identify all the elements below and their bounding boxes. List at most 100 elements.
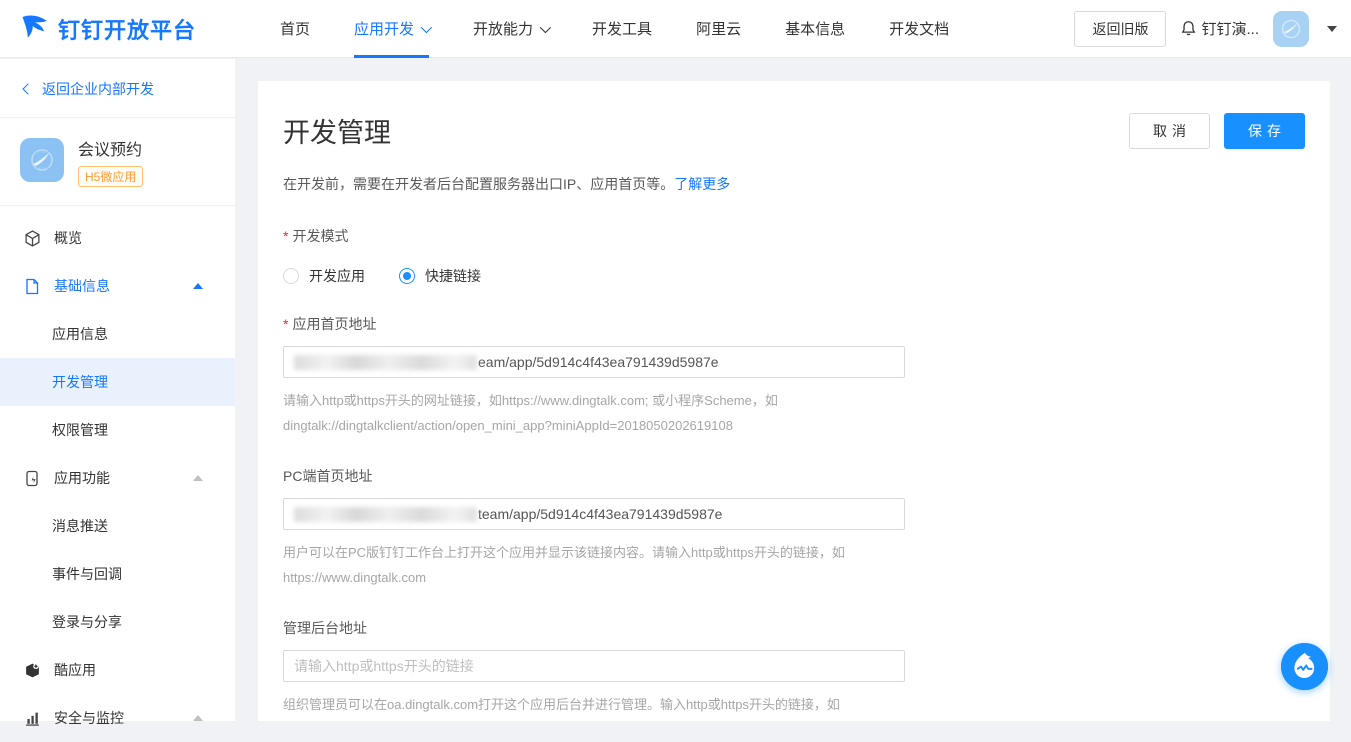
pc-home-input[interactable]: team/app/5d914c4f43ea791439d5987e [283, 498, 905, 530]
bell-icon[interactable] [1180, 20, 1197, 37]
admin-backend-help: 组织管理员可以在oa.dingtalk.com打开这个应用后台并进行管理。输入h… [283, 692, 923, 721]
required-mark: * [283, 316, 288, 332]
sidebar-item-basic-info[interactable]: 基础信息 [0, 262, 235, 310]
document-icon [24, 277, 42, 295]
nav-dev-tools[interactable]: 开发工具 [592, 0, 652, 58]
monitor-icon [24, 709, 42, 727]
collapse-arrow-icon[interactable] [193, 283, 203, 289]
redacted-url-prefix [294, 507, 477, 522]
sidebar-item-label: 应用信息 [52, 324, 108, 344]
sidebar-item-security-monitoring[interactable]: 安全与监控 [0, 694, 235, 742]
caret-down-icon[interactable] [1327, 26, 1337, 32]
admin-backend-input[interactable] [283, 650, 905, 682]
sidebar-item-label: 概览 [54, 228, 82, 248]
nav-home[interactable]: 首页 [280, 0, 310, 58]
sidebar-item-label: 应用功能 [54, 468, 110, 488]
pc-home-group: PC端首页地址 team/app/5d914c4f43ea791439d5987… [283, 466, 1305, 590]
chevron-left-icon [22, 83, 33, 94]
sidebar-item-cool-app[interactable]: 酷应用 [0, 646, 235, 694]
dev-management-card: 开发管理 取消 保存 在开发前，需要在开发者后台配置服务器出口IP、应用首页等。… [258, 81, 1330, 721]
radio-label: 快捷链接 [425, 266, 481, 286]
radio-dev-app[interactable]: 开发应用 [283, 266, 365, 286]
sidebar-item-label: 权限管理 [52, 420, 108, 440]
account-name: 钉钉演... [1201, 18, 1259, 39]
radio-icon [399, 268, 415, 284]
sidebar-item-message-push[interactable]: 消息推送 [0, 502, 235, 550]
app-name: 会议预约 [78, 136, 143, 160]
radio-quick-link[interactable]: 快捷链接 [399, 266, 481, 286]
input-value: eam/app/5d914c4f43ea791439d5987e [478, 354, 719, 370]
dev-mode-label: *开发模式 [283, 226, 1305, 246]
sidebar-item-login-share[interactable]: 登录与分享 [0, 598, 235, 646]
sidebar-item-permission-management[interactable]: 权限管理 [0, 406, 235, 454]
nav-label: 基本信息 [785, 18, 845, 39]
main-area: 开发管理 取消 保存 在开发前，需要在开发者后台配置服务器出口IP、应用首页等。… [235, 59, 1351, 721]
sidebar: 返回企业内部开发 会议预约 H5微应用 概览 基础信息 应用信息 开发管理 权限… [0, 59, 235, 721]
sidebar-item-app-features[interactable]: 应用功能 [0, 454, 235, 502]
app-feature-icon [24, 469, 42, 487]
app-home-label: *应用首页地址 [283, 314, 1305, 334]
cancel-button[interactable]: 取消 [1129, 113, 1210, 149]
nav-aliyun[interactable]: 阿里云 [696, 0, 741, 58]
input-value: team/app/5d914c4f43ea791439d5987e [478, 506, 722, 522]
dingtalk-service-fab[interactable] [1281, 643, 1328, 690]
header-right: 返回旧版 钉钉演... [1074, 11, 1351, 47]
card-header: 开发管理 取消 保存 [283, 111, 1305, 150]
app-home-help: 请输入http或https开头的网址链接，如https://www.dingta… [283, 388, 923, 438]
sidebar-item-events-callbacks[interactable]: 事件与回调 [0, 550, 235, 598]
sidebar-item-label: 登录与分享 [52, 612, 122, 632]
pc-home-help: 用户可以在PC版钉钉工作台上打开这个应用并显示该链接内容。请输入http或htt… [283, 540, 923, 590]
app-meta: 会议预约 H5微应用 [78, 136, 143, 187]
back-to-internal-dev-link[interactable]: 返回企业内部开发 [0, 59, 235, 118]
app-logo-icon [20, 138, 64, 185]
nav-open-capabilities[interactable]: 开放能力 [473, 0, 548, 58]
app-home-input[interactable]: eam/app/5d914c4f43ea791439d5987e [283, 346, 905, 378]
nav-basic-info[interactable]: 基本信息 [785, 0, 845, 58]
collapse-arrow-icon[interactable] [193, 715, 203, 721]
app-card: 会议预约 H5微应用 [0, 118, 235, 206]
dingtalk-wing-icon [20, 12, 50, 45]
cool-app-icon [24, 661, 42, 679]
app-home-group: *应用首页地址 eam/app/5d914c4f43ea791439d5987e… [283, 314, 1305, 438]
radio-icon [283, 268, 299, 284]
admin-backend-label: 管理后台地址 [283, 618, 1305, 638]
nav-label: 应用开发 [354, 18, 414, 39]
collapse-arrow-icon[interactable] [193, 475, 203, 481]
description-text: 在开发前，需要在开发者后台配置服务器出口IP、应用首页等。 [283, 176, 674, 192]
logo-text: 钉钉开放平台 [58, 13, 196, 45]
sidebar-menu: 概览 基础信息 应用信息 开发管理 权限管理 应用功能 消息推送 事件与回调 登… [0, 206, 235, 742]
learn-more-link[interactable]: 了解更多 [674, 176, 730, 192]
nav-label: 阿里云 [696, 18, 741, 39]
nav-app-development[interactable]: 应用开发 [354, 0, 429, 58]
sidebar-item-dev-management[interactable]: 开发管理 [0, 358, 235, 406]
top-nav: 首页 应用开发 开放能力 开发工具 阿里云 基本信息 开发文档 [280, 0, 949, 58]
account-menu[interactable]: 钉钉演... [1180, 18, 1259, 39]
cube-icon [24, 229, 42, 247]
chevron-down-icon [540, 21, 551, 32]
sidebar-item-label: 安全与监控 [54, 708, 124, 728]
header-actions: 取消 保存 [1129, 113, 1305, 149]
required-mark: * [283, 228, 288, 244]
sidebar-item-label: 消息推送 [52, 516, 108, 536]
sidebar-item-label: 基础信息 [54, 276, 110, 296]
sidebar-item-label: 开发管理 [52, 372, 108, 392]
dingtalk-logo[interactable]: 钉钉开放平台 [0, 12, 248, 45]
admin-backend-group: 管理后台地址 组织管理员可以在oa.dingtalk.com打开这个应用后台并进… [283, 618, 1305, 721]
app-type-badge: H5微应用 [78, 166, 143, 187]
back-to-old-version-button[interactable]: 返回旧版 [1074, 11, 1166, 47]
back-link-label: 返回企业内部开发 [42, 79, 154, 99]
save-button[interactable]: 保存 [1224, 113, 1305, 149]
nav-label: 开放能力 [473, 18, 533, 39]
dev-mode-radio-group: 开发应用 快捷链接 [283, 266, 1305, 286]
sidebar-item-overview[interactable]: 概览 [0, 214, 235, 262]
nav-dev-docs[interactable]: 开发文档 [889, 0, 949, 58]
pc-home-label: PC端首页地址 [283, 466, 1305, 486]
nav-label: 首页 [280, 18, 310, 39]
nav-label: 开发文档 [889, 18, 949, 39]
radio-label: 开发应用 [309, 266, 365, 286]
nav-label: 开发工具 [592, 18, 652, 39]
dev-mode-group: *开发模式 开发应用 快捷链接 [283, 226, 1305, 286]
sidebar-item-app-info[interactable]: 应用信息 [0, 310, 235, 358]
avatar[interactable] [1273, 11, 1309, 47]
chevron-down-icon [421, 21, 432, 32]
